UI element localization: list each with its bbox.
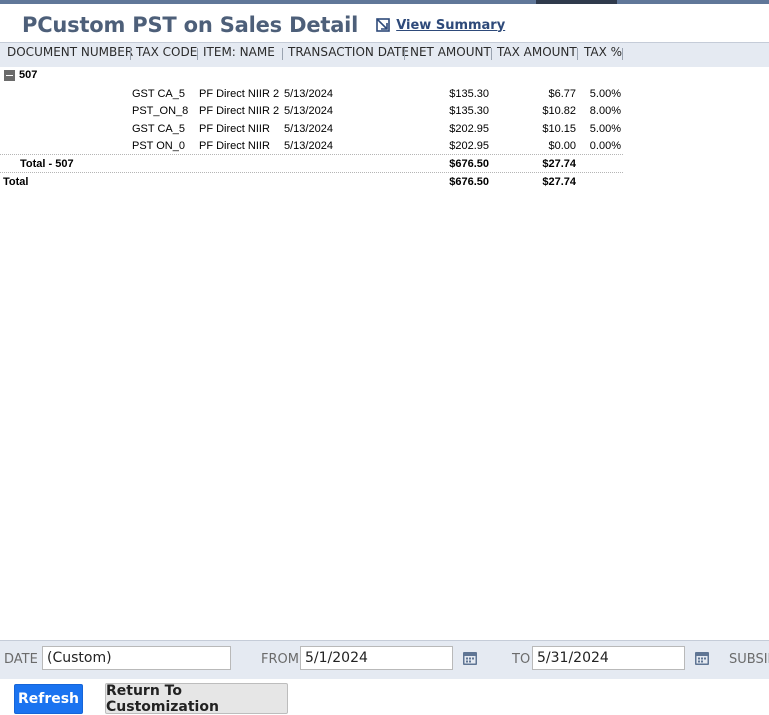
from-label: FROM — [261, 652, 299, 667]
collapse-icon[interactable] — [4, 69, 15, 81]
cell-net-amount: $135.30 — [449, 105, 489, 117]
cell-item-name: PF Direct NIIR — [199, 123, 270, 135]
view-summary-link[interactable]: View Summary — [376, 18, 505, 33]
row-divider — [0, 172, 623, 173]
cell-tax-amount: $10.15 — [542, 123, 576, 135]
cell-item-name: PF Direct NIIR — [199, 140, 270, 152]
view-summary-icon — [376, 18, 390, 32]
cell-tax-percent: 8.00% — [589, 105, 621, 117]
cell-net-amount: $202.95 — [449, 123, 489, 135]
cell-tax-code: PST ON_0 — [132, 140, 185, 152]
from-date-input[interactable]: 5/1/2024 — [300, 646, 453, 670]
grand-total-net-amount: $676.50 — [449, 176, 489, 188]
to-date-input[interactable]: 5/31/2024 — [532, 646, 685, 670]
cell-tax-percent: 5.00% — [589, 88, 621, 100]
column-divider — [491, 48, 492, 60]
cell-date: 5/13/2024 — [284, 123, 333, 135]
grand-total-label: Total — [3, 176, 29, 188]
cell-tax-code: GST CA_5 — [132, 123, 185, 135]
filter-bar: DATE (Custom) FROM 5/1/2024 TO 5/31/2024… — [0, 640, 769, 679]
cell-tax-percent: 0.00% — [589, 140, 621, 152]
table-header: DOCUMENT NUMBER TAX CODE ITEM: NAME TRAN… — [0, 42, 769, 67]
column-header-tax-amount[interactable]: TAX AMOUNT — [497, 44, 577, 62]
grand-total-tax-amount: $27.74 — [542, 176, 576, 188]
group-label: 507 — [19, 69, 38, 81]
top-accent-tab — [536, 0, 617, 4]
cell-tax-amount: $6.77 — [548, 88, 576, 100]
cell-net-amount: $135.30 — [449, 88, 489, 100]
cell-tax-amount: $0.00 — [548, 140, 576, 152]
group-row: 507 — [4, 68, 37, 82]
column-header-tax-code[interactable]: TAX CODE — [136, 44, 197, 62]
column-header-document-number[interactable]: DOCUMENT NUMBER — [7, 44, 133, 62]
cell-tax-code: PST_ON_8 — [132, 105, 189, 117]
column-divider — [577, 48, 578, 60]
page-title: PCustom PST on Sales Detail — [22, 13, 359, 37]
column-divider — [130, 48, 131, 60]
column-header-transaction-date[interactable]: TRANSACTION DATE — [288, 44, 409, 62]
cell-net-amount: $202.95 — [449, 140, 489, 152]
return-to-customization-button[interactable]: Return To Customization — [105, 683, 288, 715]
cell-item-name: PF Direct NIIR 2 — [199, 105, 280, 117]
from-calendar-icon[interactable] — [462, 650, 478, 666]
cell-tax-amount: $10.82 — [542, 105, 576, 117]
subsidiary-label: SUBSID — [729, 652, 769, 667]
column-divider — [197, 48, 198, 60]
date-range-select[interactable]: (Custom) — [42, 646, 231, 670]
to-calendar-icon[interactable] — [694, 650, 710, 666]
column-header-tax-percent[interactable]: TAX % — [584, 44, 622, 62]
cell-tax-percent: 5.00% — [589, 123, 621, 135]
cell-date: 5/13/2024 — [284, 105, 333, 117]
top-accent-bar — [0, 0, 769, 4]
date-label: DATE — [4, 652, 38, 667]
cell-tax-code: GST CA_5 — [132, 88, 185, 100]
title-row: PCustom PST on Sales Detail View Summary — [22, 10, 505, 40]
to-label: TO — [512, 652, 531, 667]
group-total-label: Total - 507 — [20, 158, 74, 170]
refresh-button[interactable]: Refresh — [14, 684, 83, 714]
row-divider — [0, 154, 623, 155]
cell-item-name: PF Direct NIIR 2 — [199, 88, 280, 100]
column-header-item-name[interactable]: ITEM: NAME — [203, 44, 275, 62]
group-total-net-amount: $676.50 — [449, 158, 489, 170]
column-divider — [282, 48, 283, 60]
group-total-tax-amount: $27.74 — [542, 158, 576, 170]
cell-date: 5/13/2024 — [284, 88, 333, 100]
view-summary-label: View Summary — [396, 17, 506, 33]
column-divider — [622, 48, 623, 60]
column-divider — [404, 48, 405, 60]
column-header-net-amount[interactable]: NET AMOUNT — [410, 44, 491, 62]
cell-date: 5/13/2024 — [284, 140, 333, 152]
